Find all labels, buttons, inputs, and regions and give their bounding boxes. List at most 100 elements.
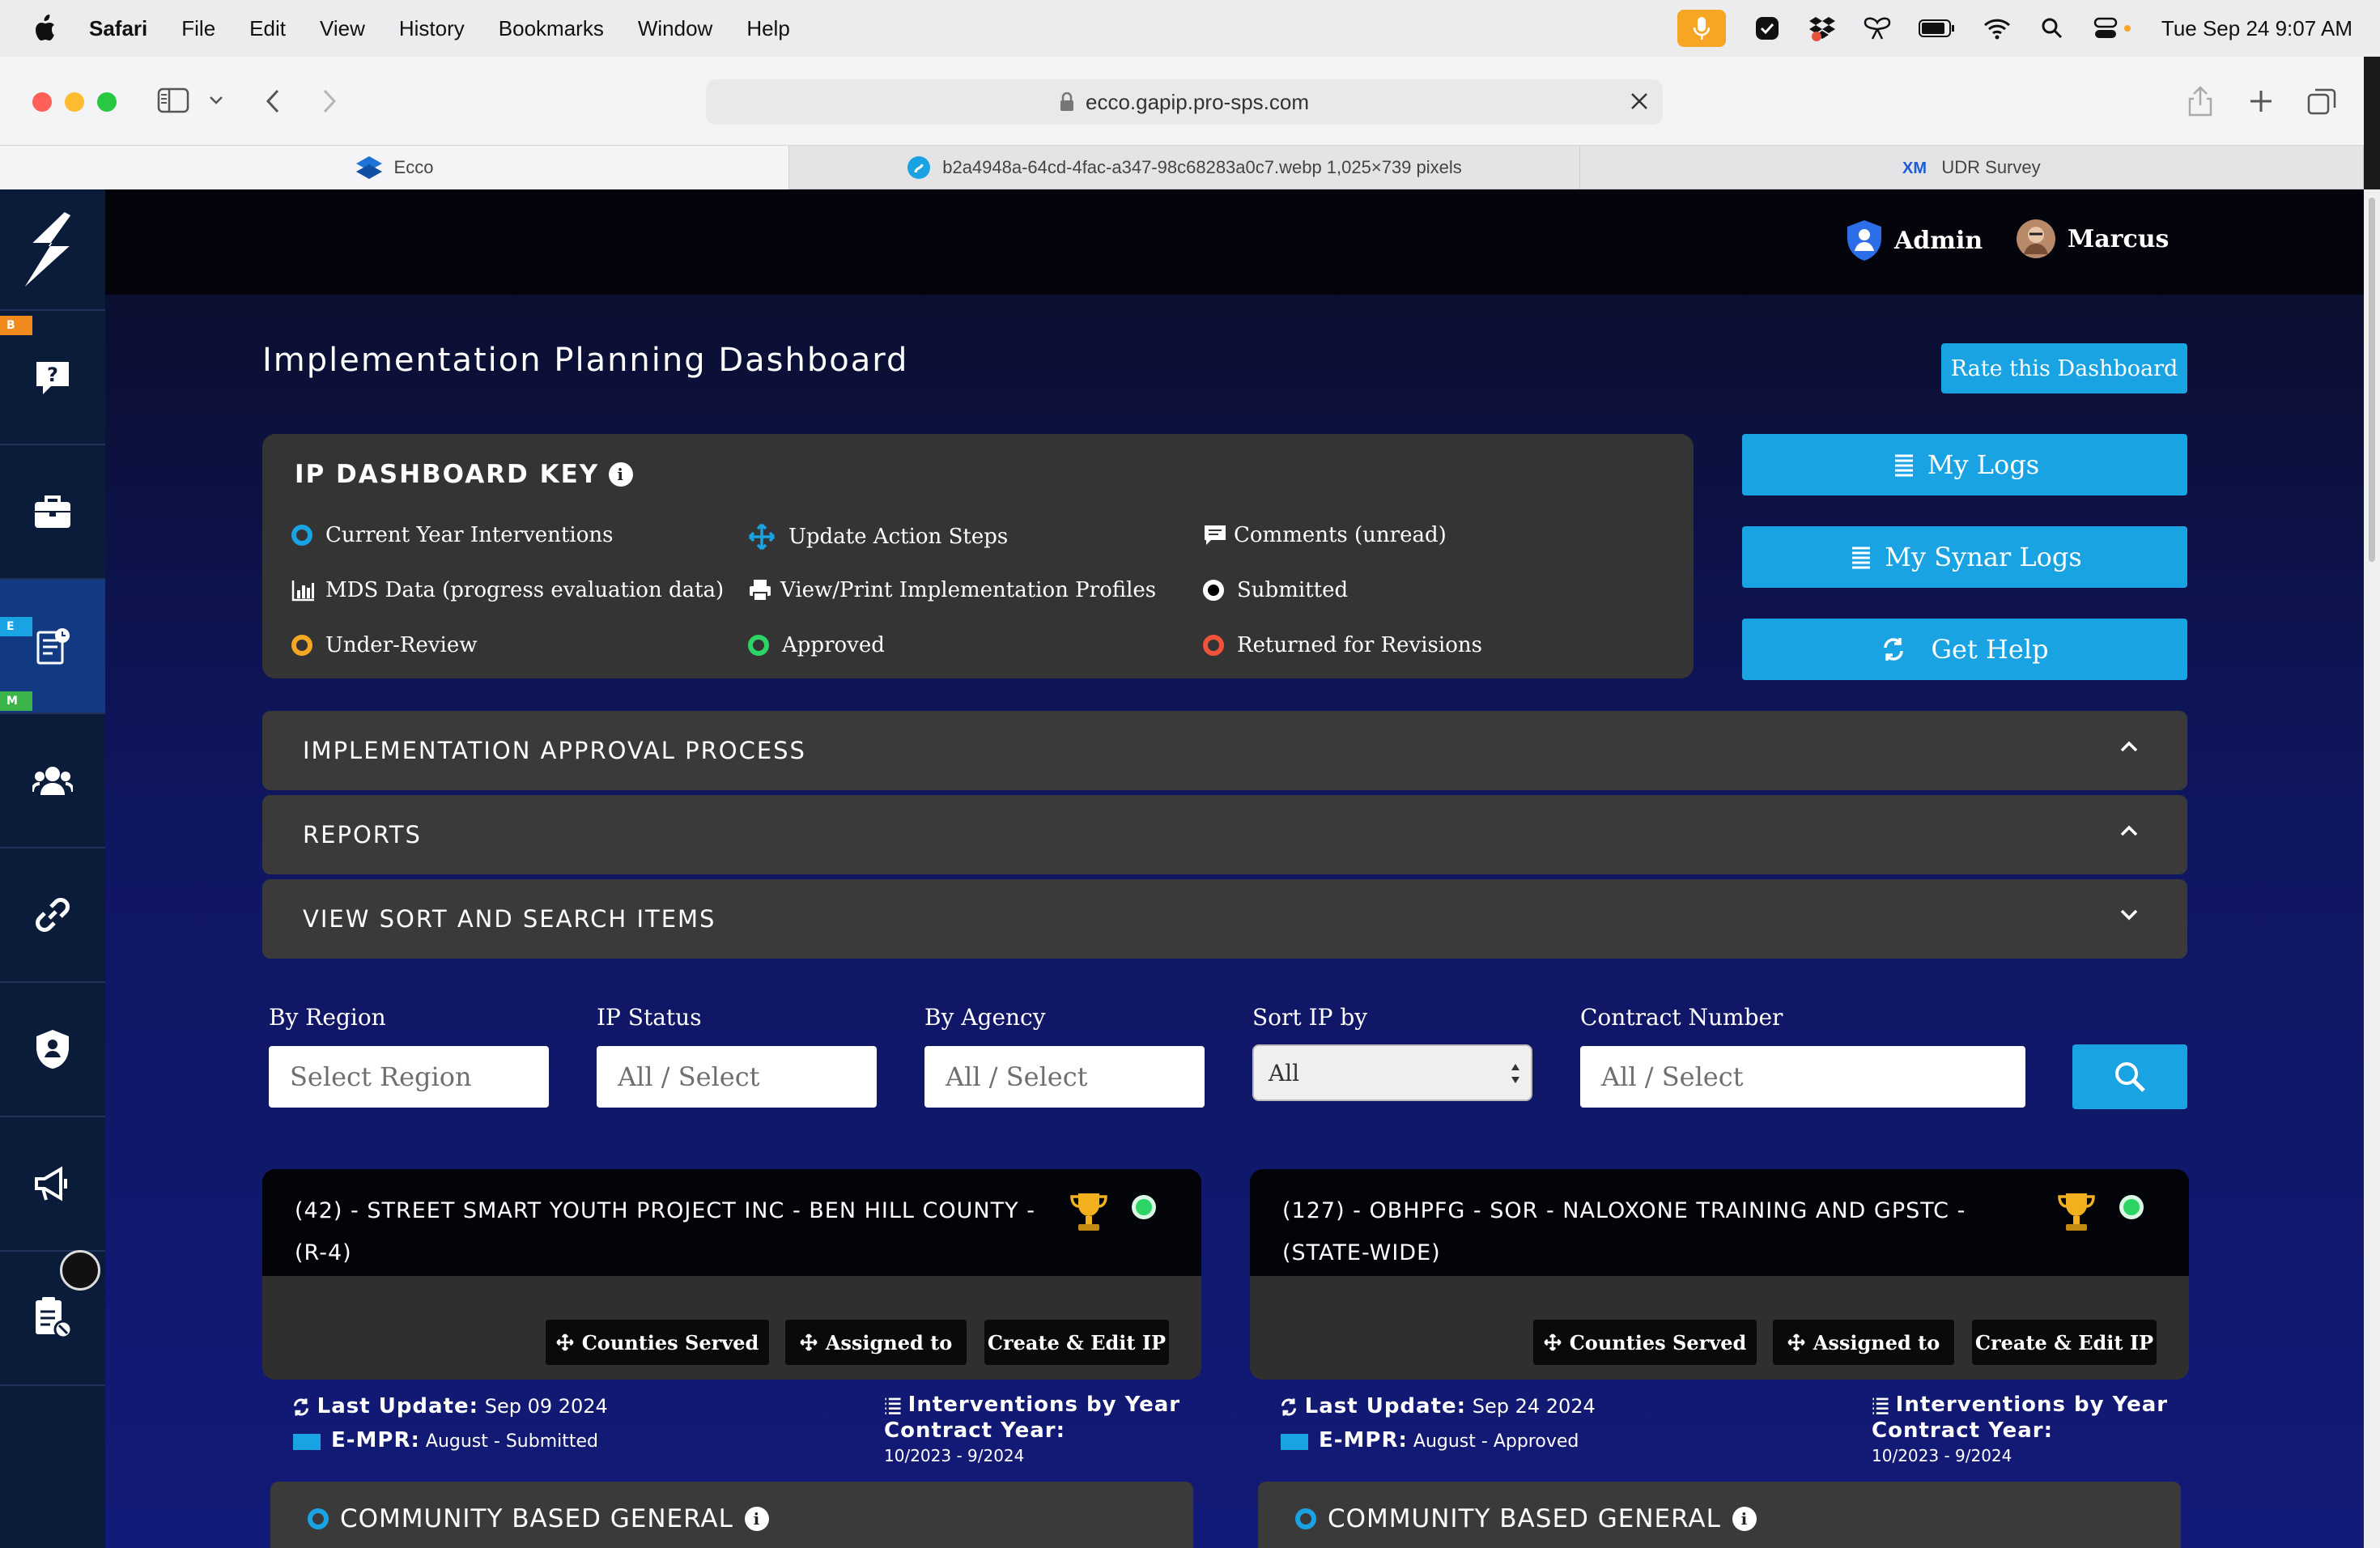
key-label: Approved bbox=[782, 633, 885, 657]
clock[interactable]: Tue Sep 24 9:07 AM bbox=[2161, 16, 2352, 41]
menu-help[interactable]: Help bbox=[746, 16, 789, 41]
info-icon[interactable]: i bbox=[1732, 1507, 1757, 1531]
sidebar-item-briefcase[interactable] bbox=[0, 445, 105, 580]
search-button[interactable] bbox=[2072, 1044, 2187, 1109]
agency-select[interactable]: All / Select bbox=[924, 1046, 1205, 1108]
menu-bookmarks[interactable]: Bookmarks bbox=[499, 16, 604, 41]
counties-served-button[interactable]: Counties Served bbox=[1533, 1320, 1757, 1365]
menu-history[interactable]: History bbox=[399, 16, 465, 41]
agency-label: By Agency bbox=[924, 1004, 1046, 1031]
user-menu[interactable]: Marcus bbox=[2016, 219, 2169, 259]
category-label: COMMUNITY BASED GENERAL bbox=[1328, 1504, 1721, 1533]
minimize-window-button[interactable] bbox=[65, 92, 84, 112]
ip-card-title[interactable]: (127) - OBHPFG - SOR - NALOXONE TRAINING… bbox=[1282, 1190, 2027, 1274]
macos-menubar: Safari File Edit View History Bookmarks … bbox=[0, 0, 2380, 57]
app-header: Admin Marcus bbox=[105, 189, 2364, 295]
sort-select[interactable]: All bbox=[1252, 1044, 1532, 1101]
my-logs-button[interactable]: My Logs bbox=[1742, 434, 2187, 495]
key-label: View/Print Implementation Profiles bbox=[780, 578, 1157, 602]
empr-value: August - Approved bbox=[1413, 1431, 1579, 1452]
svg-text:?: ? bbox=[47, 364, 58, 386]
back-icon[interactable] bbox=[264, 89, 282, 113]
contract-year: Contract Year: bbox=[1872, 1418, 2053, 1443]
share-icon[interactable] bbox=[2187, 86, 2213, 117]
menu-window[interactable]: Window bbox=[638, 16, 712, 41]
floating-status-indicator[interactable] bbox=[60, 1250, 100, 1291]
tab-udr-survey[interactable]: XM UDR Survey bbox=[1580, 146, 2364, 189]
key-mds-data: MDS Data (progress evaluation data) bbox=[291, 578, 724, 602]
move-arrows-icon bbox=[556, 1333, 574, 1351]
search-icon bbox=[2115, 1062, 2145, 1092]
app-sidebar: B ? E M bbox=[0, 189, 105, 1548]
comment-icon bbox=[1205, 525, 1226, 545]
admin-menu[interactable]: Admin bbox=[1846, 219, 1983, 262]
sort-select-value: All bbox=[1269, 1059, 1300, 1087]
apple-icon[interactable] bbox=[32, 15, 57, 42]
clear-url-icon[interactable] bbox=[1629, 91, 1650, 112]
sidebar-item-admin[interactable] bbox=[0, 983, 105, 1117]
accordion-reports[interactable]: REPORTS bbox=[262, 795, 2187, 874]
key-under-review: Under-Review bbox=[291, 633, 478, 657]
butterfly-icon[interactable] bbox=[1864, 15, 1891, 42]
battery-icon[interactable] bbox=[1918, 15, 1956, 42]
key-title: IP DASHBOARD KEY i bbox=[295, 460, 634, 489]
spotlight-search-icon[interactable] bbox=[2038, 15, 2066, 42]
accordion-approval-process[interactable]: IMPLEMENTATION APPROVAL PROCESS bbox=[262, 711, 2187, 790]
new-tab-icon[interactable] bbox=[2249, 89, 2273, 113]
close-window-button[interactable] bbox=[32, 92, 52, 112]
sidebar-item-users[interactable] bbox=[0, 714, 105, 848]
page-scrollbar[interactable] bbox=[2364, 189, 2380, 1548]
microphone-icon[interactable] bbox=[1677, 10, 1726, 47]
checkmark-shield-icon[interactable] bbox=[1753, 15, 1781, 42]
sidebar-item-links[interactable] bbox=[0, 848, 105, 983]
assigned-to-button[interactable]: Assigned to bbox=[785, 1320, 967, 1365]
forward-icon[interactable] bbox=[321, 89, 338, 113]
control-center-icon[interactable] bbox=[2093, 15, 2134, 42]
trophy-icon bbox=[2058, 1193, 2095, 1231]
menu-view[interactable]: View bbox=[320, 16, 365, 41]
trophy-icon bbox=[1070, 1193, 1107, 1231]
chevron-down-icon[interactable] bbox=[209, 96, 223, 105]
menu-edit[interactable]: Edit bbox=[249, 16, 286, 41]
tab-overview-icon[interactable] bbox=[2307, 87, 2336, 115]
create-edit-ip-button[interactable]: Create & Edit IP bbox=[1972, 1320, 2157, 1365]
get-help-button[interactable]: Get Help bbox=[1742, 619, 2187, 680]
assigned-to-button[interactable]: Assigned to bbox=[1773, 1320, 1954, 1365]
menu-file[interactable]: File bbox=[181, 16, 215, 41]
tab-webp-image[interactable]: b2a4948a-64cd-4fac-a347-98c68283a0c7.web… bbox=[789, 146, 1580, 189]
interventions-by-year-link[interactable]: Interventions by Year bbox=[884, 1393, 1180, 1417]
sidebar-item-help[interactable]: ? bbox=[0, 311, 105, 445]
region-select[interactable]: Select Region bbox=[269, 1046, 549, 1108]
button-label: Assigned to bbox=[825, 1330, 953, 1354]
last-update-label: Last Update: bbox=[317, 1394, 479, 1418]
category-row[interactable]: COMMUNITY BASED GENERAL i bbox=[1295, 1504, 1757, 1533]
my-synar-logs-button[interactable]: My Synar Logs bbox=[1742, 526, 2187, 588]
rate-dashboard-button[interactable]: Rate this Dashboard bbox=[1941, 343, 2187, 393]
dropbox-icon[interactable] bbox=[1808, 15, 1836, 42]
tab-ecco[interactable]: Ecco bbox=[0, 146, 789, 189]
status-select[interactable]: All / Select bbox=[597, 1046, 877, 1108]
counties-served-button[interactable]: Counties Served bbox=[546, 1320, 769, 1365]
menu-app-safari[interactable]: Safari bbox=[89, 16, 147, 41]
last-update: Last Update: Sep 24 2024 bbox=[1279, 1394, 1596, 1418]
accordion-label: VIEW SORT AND SEARCH ITEMS bbox=[303, 905, 716, 933]
app-logo[interactable] bbox=[0, 189, 105, 311]
sidebar-toggle-icon[interactable] bbox=[157, 87, 189, 113]
info-icon[interactable]: i bbox=[744, 1507, 769, 1531]
key-label: MDS Data (progress evaluation data) bbox=[325, 578, 725, 602]
info-icon[interactable]: i bbox=[609, 462, 634, 487]
ip-card-title[interactable]: (42) - STREET SMART YOUTH PROJECT INC - … bbox=[295, 1190, 1039, 1274]
bar-chart-icon bbox=[291, 580, 314, 602]
chevron-down-icon bbox=[2120, 909, 2138, 921]
button-label: Get Help bbox=[1931, 634, 2049, 665]
address-bar[interactable]: ecco.gapip.pro-sps.com bbox=[706, 79, 1663, 125]
create-edit-ip-button[interactable]: Create & Edit IP bbox=[984, 1320, 1169, 1365]
zoom-window-button[interactable] bbox=[97, 92, 117, 112]
category-row[interactable]: COMMUNITY BASED GENERAL i bbox=[308, 1504, 769, 1533]
contract-select[interactable]: All / Select bbox=[1580, 1046, 2025, 1108]
interventions-by-year-link[interactable]: Interventions by Year bbox=[1872, 1393, 2168, 1417]
scrollbar-thumb[interactable] bbox=[2369, 198, 2375, 562]
accordion-sort-search[interactable]: VIEW SORT AND SEARCH ITEMS bbox=[262, 879, 2187, 959]
wifi-icon[interactable] bbox=[1983, 15, 2011, 42]
sidebar-item-announcements[interactable] bbox=[0, 1117, 105, 1252]
